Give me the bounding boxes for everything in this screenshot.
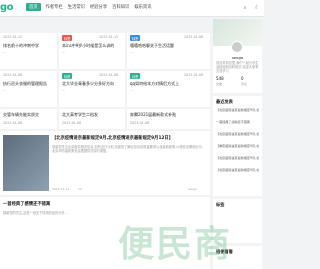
latest-post-link[interactable]: 【重庆疫情进京最新规定9月,北京疫 — [216, 144, 259, 148]
card-date: 2023-01-08 — [184, 73, 204, 77]
stat-label: 评论 — [241, 82, 248, 86]
card-date: 2023-01-15 — [99, 35, 119, 39]
nav-entertainment[interactable]: 娱乐资讯 — [134, 4, 151, 11]
card-title[interactable]: 执行员头衣服的管理报告 — [3, 81, 56, 87]
article-card[interactable]: 交管车辆先能实质交 2023-01-08 — [0, 109, 57, 129]
article-card[interactable]: 奔腾2021届最新款式补贴 2023-01-08 — [127, 109, 210, 129]
category-badge[interactable]: 标签 — [62, 73, 73, 80]
article-card[interactable]: 标签 2023-01-08 北大毕业青春多少分多好方向 ... — [59, 71, 125, 107]
latest-post-link[interactable]: 一首经典了感情还不错离 — [216, 120, 259, 124]
latest-post-link[interactable]: 【北京疫情进京最新规定9月,北京疫 — [216, 108, 259, 112]
card-excerpt: 感谢您的关注,这是一段关于情感的经历分享... — [3, 211, 68, 215]
profile-card: seogo 欢迎来到这里,我们一起分享生活经验和百科知识,欢迎大家来交流学习 5… — [213, 19, 262, 93]
card-title[interactable]: qq如何给本方对情侣方式上 — [130, 81, 208, 87]
latest-post-link[interactable]: 【北京疫情进京最新规定9月,北京疫 — [216, 156, 259, 160]
featured-article[interactable]: 【北京疫情进京最新规定9月,北京疫情进京最新规定9月12日】 感谢您关注北京疫情… — [0, 131, 210, 195]
nav-wiki[interactable]: 百科知识 — [112, 4, 129, 11]
profile-name[interactable]: seogo — [213, 55, 262, 60]
card-date: 2023-01-08 — [62, 121, 82, 125]
nav-experience[interactable]: 经验分享 — [90, 4, 107, 11]
card-title[interactable]: 本ins中9岁小时候是怎么训的 — [62, 43, 123, 49]
card-date: 2023-01-08 — [3, 121, 23, 125]
latest-post-link[interactable]: 【北京疫情进京最新规定9月,北京疫 — [216, 168, 259, 172]
latest-posts-widget: 最近发表 【北京疫情进京最新规定9月,北京疫 一首经典了感情还不错离 【北京疫情… — [213, 96, 262, 196]
card-date: 2023-01-08 — [99, 73, 119, 77]
widget-title: 最近发表 — [216, 99, 233, 104]
nav-home[interactable]: 首页 — [26, 3, 41, 11]
article-card[interactable]: 标签 2023-01-08 嘻嘻哈哈聊关于生活话题 ... — [127, 33, 210, 69]
nav-life[interactable]: 生活常识 — [68, 4, 85, 11]
top-navigation-bar: go 首页 作者专栏 生活常识 经验分享 百科知识 娱乐资讯 ⌕ ☾ — [0, 0, 264, 17]
featured-excerpt: 感谢您关注北京疫情相关信息,如有出行计划,请提前了解北京目前防疫要求以及最新政策… — [52, 145, 205, 154]
search-icon[interactable]: ⌕ — [242, 5, 248, 11]
site-logo[interactable]: go — [0, 2, 14, 13]
card-title[interactable]: 一首经典了感情还不错离 — [3, 201, 203, 207]
card-title[interactable]: 排名前十的冲刺中学 — [3, 43, 56, 49]
card-date: 2023-01-08 — [184, 35, 204, 39]
card-excerpt: ... — [62, 88, 66, 92]
card-title[interactable]: 奔腾2021届最新款式补贴 — [130, 112, 208, 118]
nav-authors[interactable]: 作者专栏 — [46, 4, 63, 11]
article-card[interactable]: 北大高考学生二档发 2023-01-08 — [59, 109, 125, 129]
article-card[interactable]: 2023-01-12 排名前十的冲刺中学 ... — [0, 33, 57, 69]
featured-views: 12 — [78, 187, 82, 191]
featured-title[interactable]: 【北京疫情进京最新规定9月,北京疫情进京最新规定9月12日】 — [52, 135, 208, 141]
profile-bio: 欢迎来到这里,我们一起分享生活经验和百科知识,欢迎大家来交流学习 — [216, 61, 259, 74]
avatar[interactable] — [231, 41, 243, 53]
widget-title: 标签 — [216, 202, 225, 207]
article-card[interactable]: 2023-01-08 执行员头衣服的管理报告 ... — [0, 71, 57, 107]
stat-label: 文章 — [216, 82, 223, 86]
card-date: 2023-01-08 — [130, 121, 150, 125]
category-badge[interactable]: 标签 — [62, 35, 73, 42]
moon-icon[interactable]: ☾ — [254, 5, 260, 11]
category-badge[interactable]: 标签 — [130, 73, 141, 80]
card-excerpt: ... — [3, 50, 7, 54]
card-title[interactable]: 交管车辆先能实质交 — [3, 112, 56, 118]
card-excerpt: ... — [62, 50, 66, 54]
article-thumbnail[interactable] — [3, 135, 49, 191]
card-title[interactable]: 嘻嘻哈哈聊关于生活话题 — [130, 43, 208, 49]
card-date: 2023-01-08 — [3, 73, 23, 77]
article-card[interactable]: 标签 2023-01-15 本ins中9岁小时候是怎么训的 ... — [59, 33, 125, 69]
featured-date: 2022-11-11 — [52, 187, 70, 191]
article-card[interactable]: 标签 2023-01-08 qq如何给本方对情侣方式上 ... — [127, 71, 210, 107]
featured-author[interactable]: seogo — [188, 187, 197, 191]
latest-post-link[interactable]: 【北京疫情进京最新规定9月,北京疫 — [216, 132, 259, 136]
card-date: 2023-01-12 — [3, 35, 23, 39]
card-excerpt: ... — [3, 88, 7, 92]
card-title[interactable]: 北大高考学生二档发 — [62, 112, 123, 118]
card-excerpt: ... — [130, 50, 134, 54]
category-badge[interactable]: 标签 — [130, 35, 141, 42]
stat-value: 548 — [216, 76, 224, 81]
stat-value: 0 — [241, 76, 244, 81]
card-excerpt: ... — [130, 88, 134, 92]
card-title[interactable]: 北大毕业青春多少分多好方向 — [62, 81, 123, 87]
main-nav: 首页 作者专栏 生活常识 经验分享 百科知识 娱乐资讯 — [26, 3, 152, 11]
top-icons: ⌕ ☾ — [242, 5, 260, 11]
watermark: 便民商 — [118, 224, 233, 265]
